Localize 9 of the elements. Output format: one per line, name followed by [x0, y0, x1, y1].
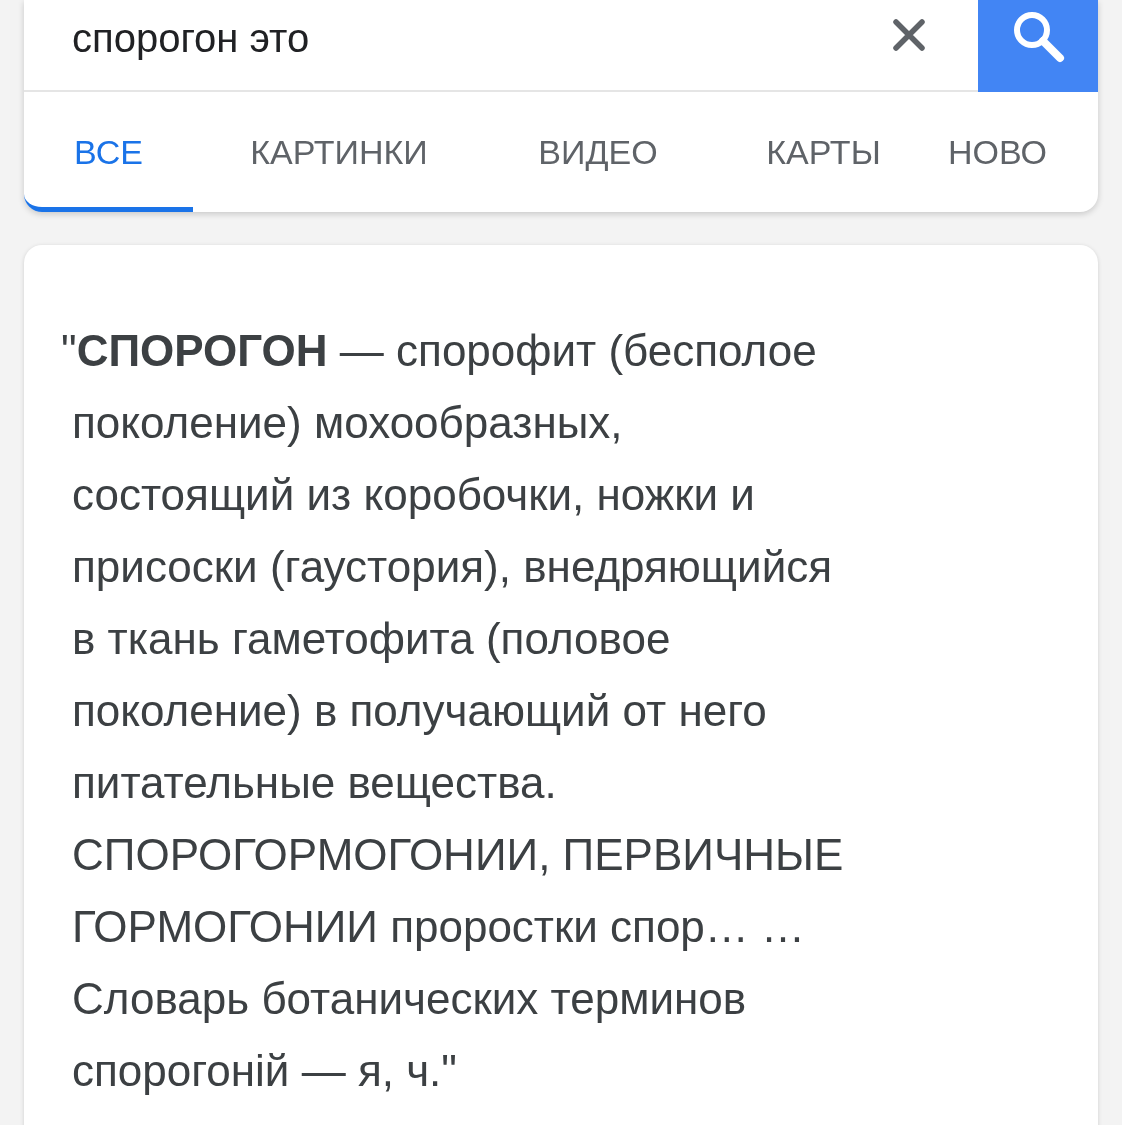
definition-text: "СПОРОГОН — спорофит (бесполое поколение) мохообразных, состоящий из коробочки, ножки и присоски (гаустория), внедряющийся в ткань гаметофита (половое поколение) в получающий от него питательные вещества. СПОРОГОРМОГОНИИ, ПЕРВИЧНЫЕ ГОРМОГОНИИ проростки спор… … Словарь ботанических терминов спорогоній — я, ч." — [61, 325, 844, 1097]
tab[interactable]: НОВО — [936, 92, 1098, 212]
tab[interactable]: КАРТЫ — [711, 92, 936, 212]
tab[interactable]: КАРТИНКИ — [193, 92, 485, 212]
tab[interactable]: ВИДЕО — [485, 92, 711, 212]
search-field[interactable]: спорогон это — [72, 8, 772, 68]
search-button[interactable] — [978, 0, 1098, 92]
close-icon — [892, 18, 926, 52]
tab[interactable]: ВСЕ — [24, 92, 193, 212]
